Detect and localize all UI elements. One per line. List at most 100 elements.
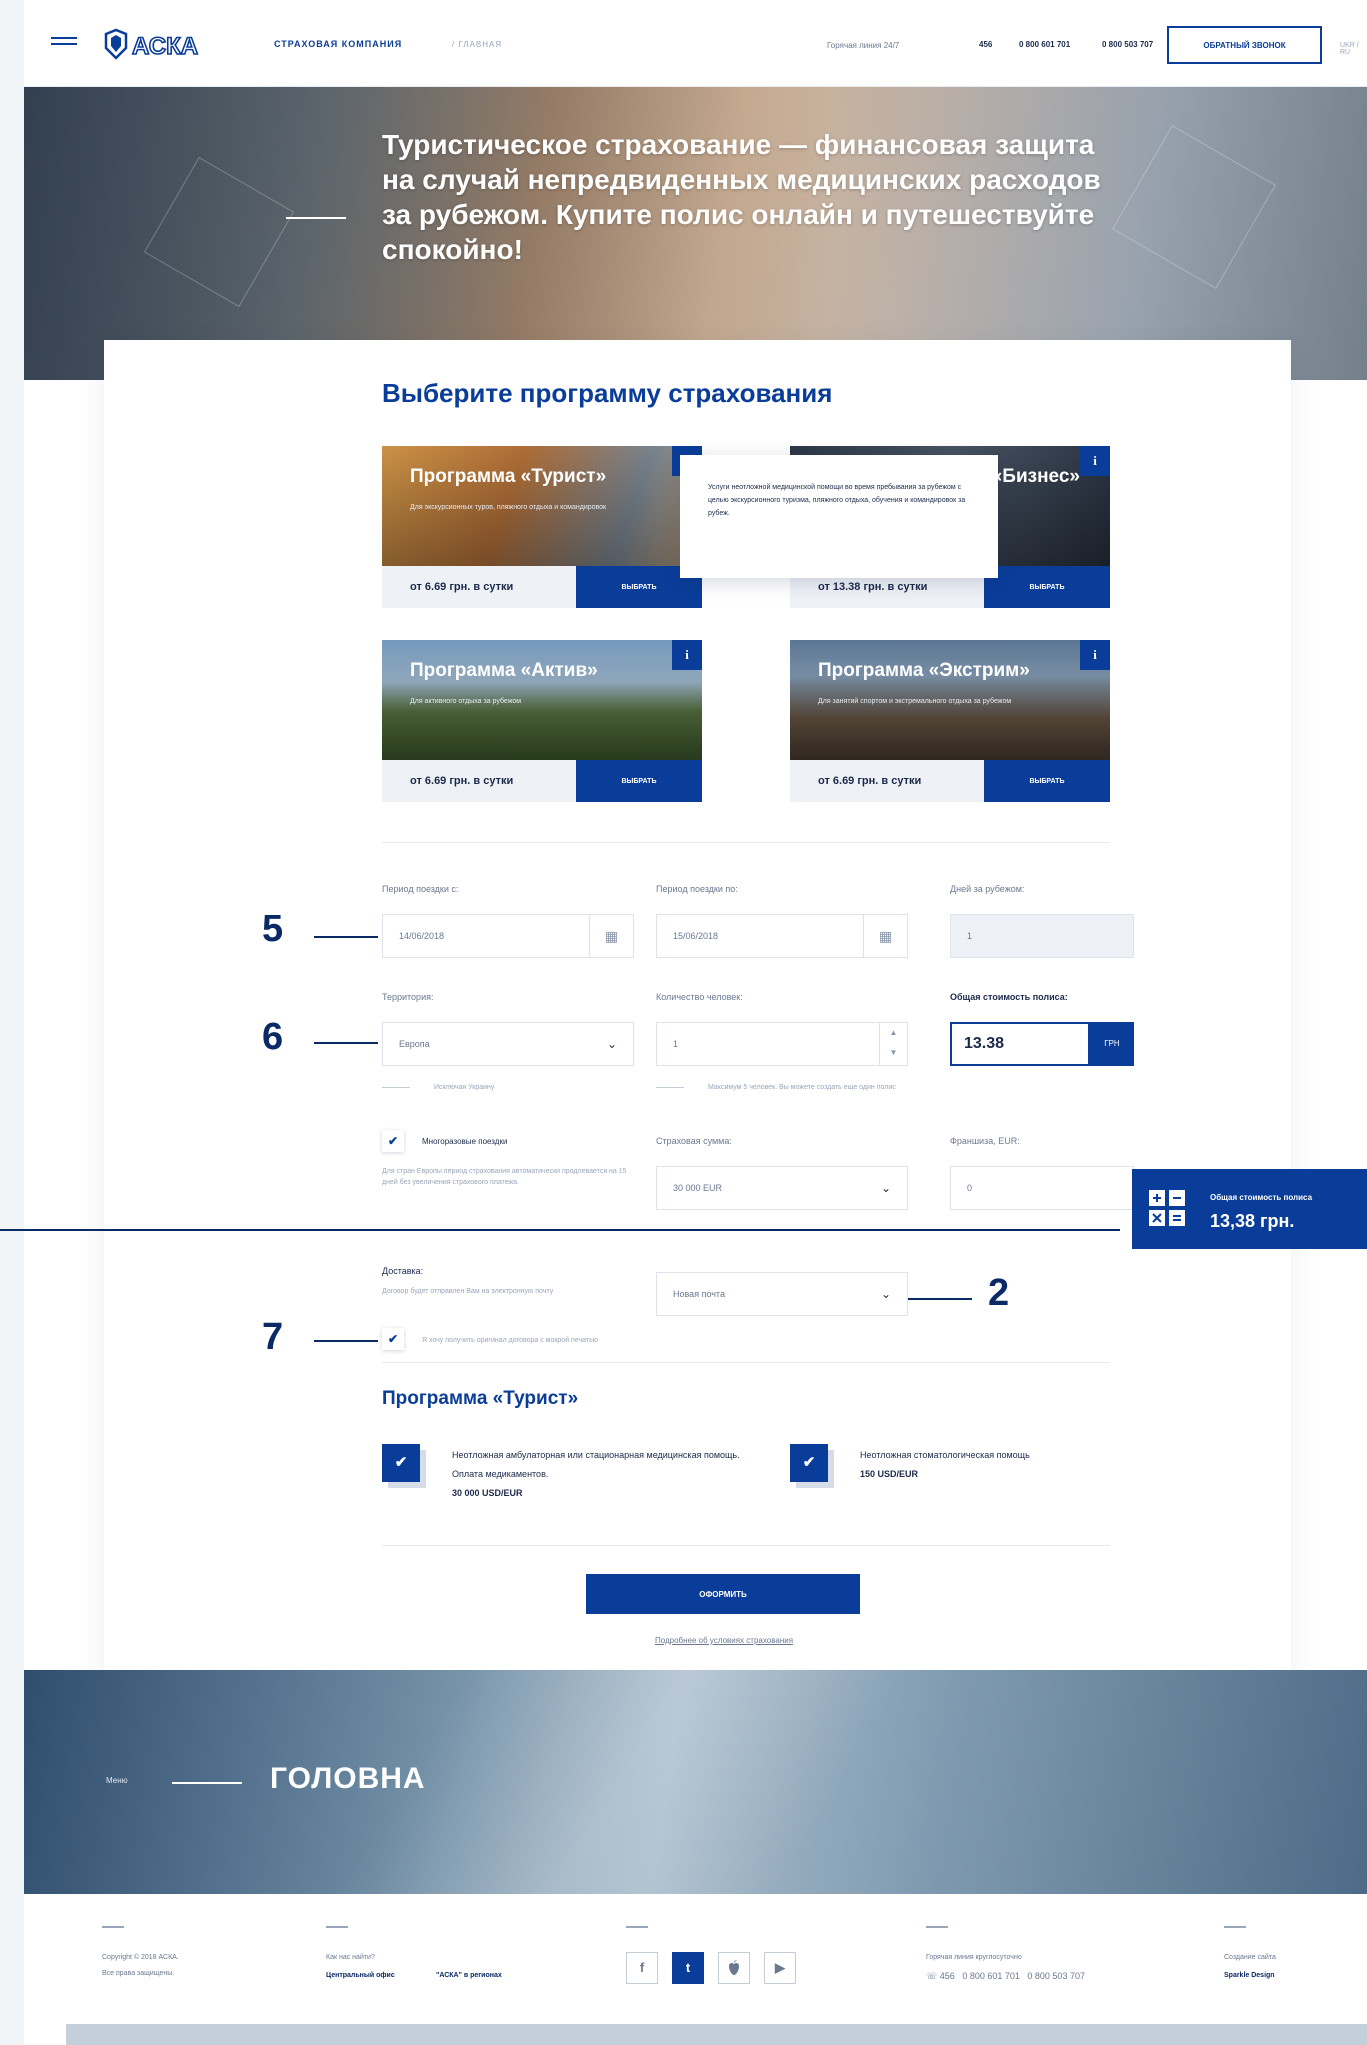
- program-name: Программа «Турист»: [410, 466, 607, 487]
- header: АСКА СТРАХОВАЯ КОМПАНИЯ / ГЛАВНАЯ Горяча…: [24, 0, 1367, 87]
- original-contract-label[interactable]: Я хочу получить оригинал договора с мокр…: [422, 1335, 598, 1346]
- footer-hotline-label: Горячая линия круглосуточно: [926, 1954, 1022, 1961]
- feature-check-icon: ✔: [790, 1444, 828, 1482]
- info-icon[interactable]: i: [1080, 446, 1110, 476]
- currency-badge: ГРН: [1090, 1022, 1134, 1066]
- program-desc: Для занятий спортом и экстремального отд…: [818, 698, 1012, 705]
- bottom-menu-label[interactable]: Меню: [106, 1776, 128, 1785]
- divider: [382, 842, 1110, 843]
- info-icon[interactable]: i: [672, 640, 702, 670]
- sum-select[interactable]: 30 000 EUR ⌄: [656, 1166, 908, 1210]
- program-card-active[interactable]: Программа «Актив» Для активного отдыха з…: [382, 640, 702, 802]
- program-name: Программа «Экстрим»: [818, 660, 1030, 681]
- callback-button[interactable]: ОБРАТНЫЙ ЗВОНОК: [1167, 26, 1322, 64]
- program-desc: Для экскурсионных туров, пляжного отдыха…: [410, 504, 607, 511]
- program-image: Программа «Экстрим» Для занятий спортом …: [790, 640, 1110, 760]
- footer-dash: [626, 1926, 648, 1928]
- footer-dash: [926, 1926, 948, 1928]
- program-card-tourist[interactable]: Программа «Турист» Для экскурсионных тур…: [382, 446, 702, 608]
- delivery-hint: Договор будет отправлен Вам на электронн…: [382, 1288, 554, 1295]
- period-to-label: Период поездки по:: [656, 884, 738, 894]
- apple-icon[interactable]: [718, 1952, 750, 1984]
- menu-icon[interactable]: [51, 37, 77, 51]
- annotation-line: [908, 1298, 972, 1300]
- breadcrumb[interactable]: / ГЛАВНАЯ: [452, 40, 502, 49]
- footer-dash: [1224, 1926, 1246, 1928]
- territory-value: Европа: [399, 1039, 430, 1049]
- program-card-extreme[interactable]: Программа «Экстрим» Для занятий спортом …: [790, 640, 1110, 802]
- header-phone-short[interactable]: 456: [979, 40, 992, 49]
- logo-text: АСКА: [132, 33, 198, 60]
- twitter-icon[interactable]: t: [672, 1952, 704, 1984]
- footer-dash: [102, 1926, 124, 1928]
- bottom-banner: Меню ГОЛОВНА: [24, 1670, 1367, 1894]
- page: АСКА СТРАХОВАЯ КОМПАНИЯ / ГЛАВНАЯ Горяча…: [24, 0, 1367, 2045]
- people-input[interactable]: 1 ▲ ▼: [656, 1022, 908, 1066]
- feature-check-icon: ✔: [382, 1444, 420, 1482]
- hint-dash: [382, 1087, 410, 1088]
- floating-total-value: 13,38 грн.: [1210, 1211, 1295, 1231]
- territory-label: Территория:: [382, 992, 434, 1002]
- order-button[interactable]: ОФОРМИТЬ: [586, 1574, 860, 1614]
- days-label: Дней за рубежом:: [950, 884, 1025, 894]
- regions-link[interactable]: "АСКА" в регионах: [436, 1972, 502, 1979]
- franchise-input[interactable]: 0: [950, 1166, 1134, 1210]
- chevron-down-icon: ⌄: [880, 1181, 891, 1195]
- program-desc: Для активного отдыха за рубежом: [410, 698, 522, 705]
- multi-trip-label[interactable]: Многоразовые поездки: [422, 1137, 507, 1146]
- language-switcher[interactable]: UKR / RU: [1340, 42, 1367, 56]
- delivery-select[interactable]: Новая почта ⌄: [656, 1272, 908, 1316]
- people-value: 1: [673, 1039, 679, 1049]
- program-price: от 6.69 грн. в сутки: [382, 566, 576, 608]
- territory-select[interactable]: Европа ⌄: [382, 1022, 634, 1066]
- choose-button[interactable]: ВЫБРАТЬ: [576, 760, 702, 802]
- annotation-line: [314, 1340, 378, 1342]
- choose-button[interactable]: ВЫБРАТЬ: [984, 566, 1110, 608]
- franchise-label: Франшиза, EUR:: [950, 1136, 1020, 1146]
- feature-text: Неотложная стоматологическая помощь: [860, 1450, 1030, 1460]
- footer-phones[interactable]: ☏ 456 0 800 601 701 0 800 503 707: [926, 1968, 1085, 1984]
- annotation-line: [0, 1229, 1120, 1231]
- sum-label: Страховая сумма:: [656, 1136, 732, 1146]
- feature-text: Неотложная амбулаторная или стационарная…: [452, 1450, 740, 1479]
- period-to-field[interactable]: 15/06/2018 ▦: [656, 914, 908, 958]
- divider: [382, 1545, 1110, 1546]
- terms-link[interactable]: Подробнее об условиях страхования: [614, 1636, 834, 1645]
- period-from-label: Период поездки с:: [382, 884, 459, 894]
- days-field: 1: [950, 914, 1134, 958]
- hero-banner: Туристическое страхование — финансовая з…: [24, 87, 1367, 380]
- stepper-icon[interactable]: ▲ ▼: [879, 1023, 907, 1065]
- footer: Copyright © 2018 АСКА. Все права защищены…: [24, 1894, 1367, 2024]
- floating-total-widget[interactable]: Общая стоимость полиса 13,38 грн.: [1132, 1169, 1367, 1249]
- total-cost-field: 13.38: [950, 1022, 1090, 1066]
- header-phone-1[interactable]: 0 800 601 701: [1019, 40, 1070, 49]
- annotation-line: [314, 1042, 378, 1044]
- multi-trip-hint: Для стран Европы период страхования авто…: [382, 1168, 627, 1186]
- hotline-label: Горячая линия 24/7: [827, 41, 900, 50]
- people-hint: Максимум 5 человек. Вы можете создать ещ…: [708, 1084, 896, 1091]
- logo[interactable]: АСКА: [102, 26, 242, 64]
- original-contract-checkbox[interactable]: ✔: [382, 1328, 404, 1350]
- calendar-icon[interactable]: ▦: [863, 915, 907, 957]
- floating-total-label: Общая стоимость полиса: [1210, 1193, 1313, 1202]
- choose-button[interactable]: ВЫБРАТЬ: [984, 760, 1110, 802]
- calendar-icon[interactable]: ▦: [589, 915, 633, 957]
- annotation-line: [314, 936, 378, 938]
- program-image: Программа «Турист» Для экскурсионных тур…: [382, 446, 702, 566]
- delivery-label: Доставка:: [382, 1266, 424, 1276]
- central-office-link[interactable]: Центральный офис: [326, 1972, 395, 1979]
- total-label: Общая стоимость полиса:: [950, 992, 1068, 1002]
- copyright: Copyright © 2018 АСКА. Все права защищены…: [102, 1954, 179, 1977]
- creator-link[interactable]: Sparkle Design: [1224, 1972, 1275, 1979]
- info-icon[interactable]: i: [1080, 640, 1110, 670]
- annotation-number: 7: [262, 1316, 284, 1358]
- header-phone-2[interactable]: 0 800 503 707: [1102, 40, 1153, 49]
- period-from-field[interactable]: 14/06/2018 ▦: [382, 914, 634, 958]
- facebook-icon[interactable]: f: [626, 1952, 658, 1984]
- multi-trip-checkbox[interactable]: ✔: [382, 1130, 404, 1152]
- people-label: Количество человек:: [656, 992, 743, 1002]
- period-from-value: 14/06/2018: [399, 931, 445, 941]
- phone-icon: ☏: [926, 1971, 938, 1981]
- youtube-icon[interactable]: ▶: [764, 1952, 796, 1984]
- delivery-value: Новая почта: [673, 1289, 725, 1299]
